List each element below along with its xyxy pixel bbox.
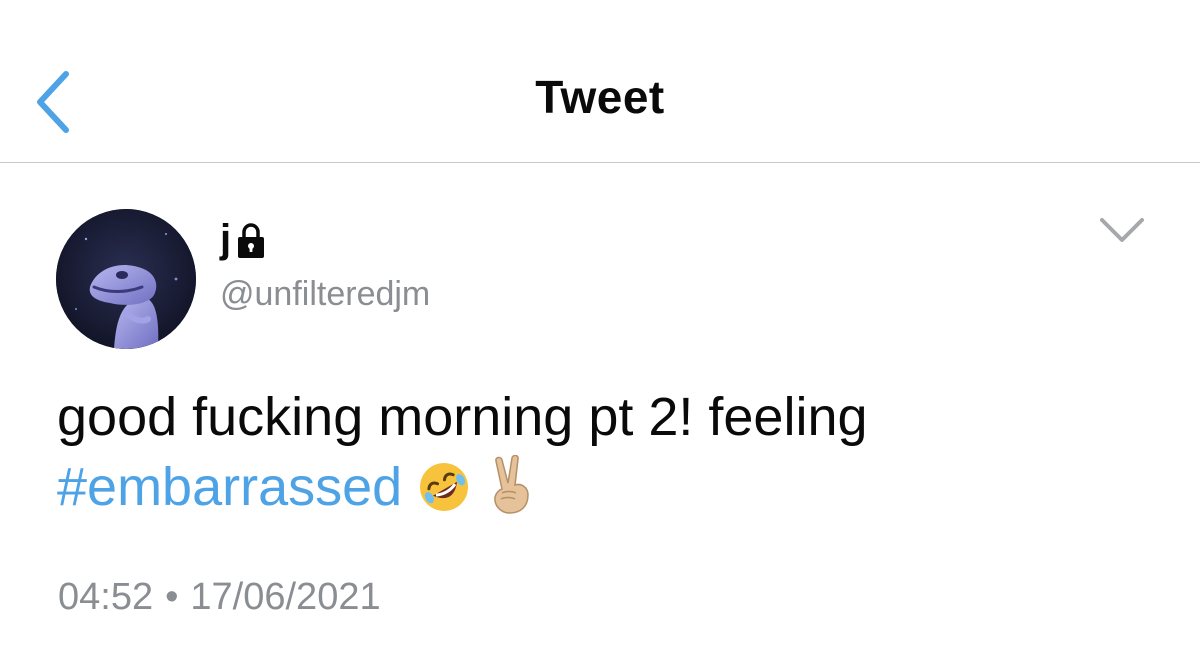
tweet-date: 17/06/2021	[190, 576, 381, 618]
rolling-on-floor-laughing-emoji	[420, 463, 469, 511]
tweet-time: 04:52	[58, 576, 154, 618]
tweet-text-line: #embarrassed	[57, 452, 1157, 522]
lock-icon	[238, 223, 265, 258]
victory-hand-emoji	[494, 455, 529, 514]
hashtag-link[interactable]: #embarrassed	[57, 457, 402, 517]
page-title: Tweet	[535, 71, 665, 123]
nav-header: Tweet	[0, 0, 1200, 163]
author-name-row[interactable]: j	[220, 212, 267, 266]
avatar[interactable]	[56, 209, 196, 349]
separator-dot: •	[165, 576, 179, 618]
avatar-image	[56, 209, 196, 349]
tweet-text-line: good fucking morning pt 2! feeling	[57, 387, 868, 447]
tweet-text: good fucking morning pt 2! feeling #emba…	[57, 382, 1157, 522]
display-name: j	[220, 216, 232, 261]
chevron-down-icon[interactable]	[1094, 210, 1150, 250]
user-handle[interactable]: @unfilteredjm	[220, 275, 430, 314]
tweet-detail-screen: Tweet j @unfilteredjm good fucking morni…	[0, 0, 1200, 664]
tweet-timestamp: 04:52 • 17/06/2021	[58, 576, 381, 619]
